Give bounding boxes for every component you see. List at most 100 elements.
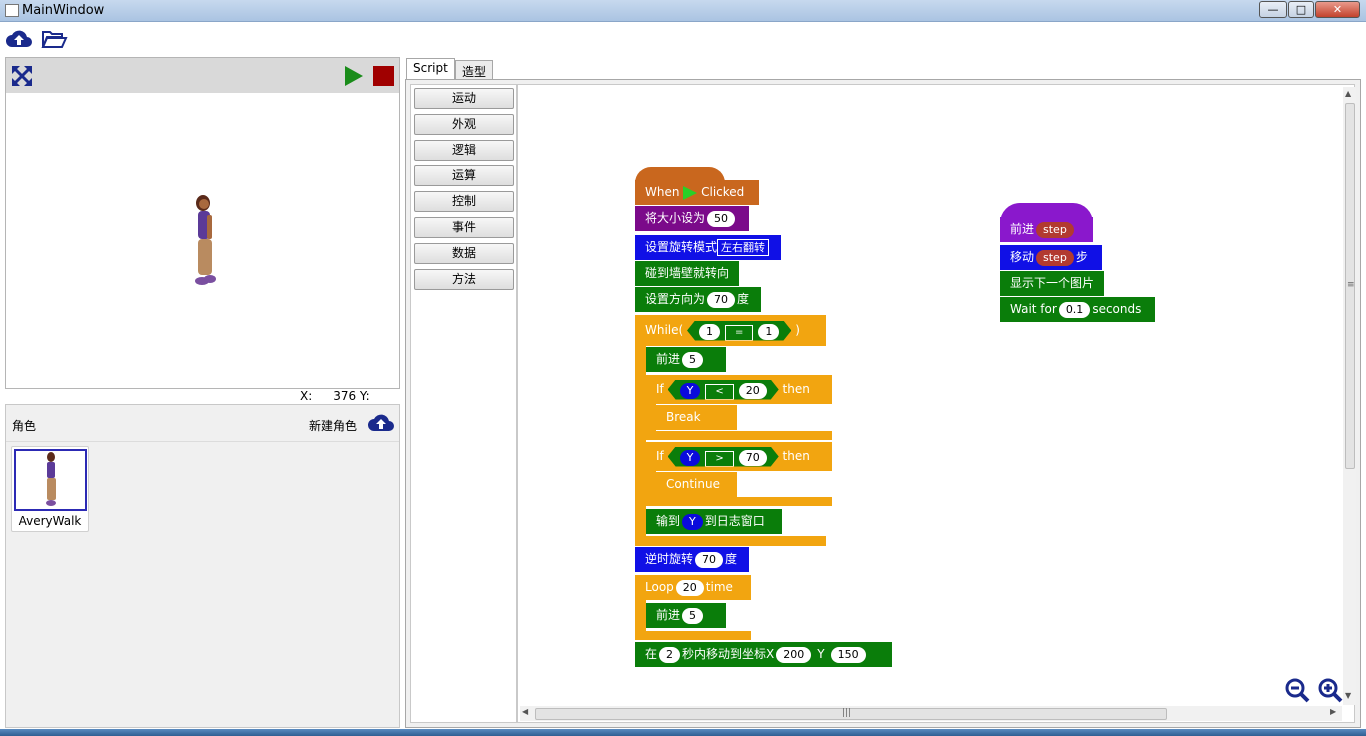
zoom-out-icon[interactable] — [1284, 677, 1310, 703]
sprite-name: AveryWalk — [18, 514, 82, 528]
condition-greater-than[interactable]: Y >70 — [668, 447, 779, 467]
category-operators-button[interactable]: 运算 — [414, 165, 514, 186]
block-text: then — [782, 449, 810, 463]
seconds-input[interactable]: 2 — [659, 646, 681, 663]
y-input[interactable]: 150 — [830, 646, 866, 663]
script-canvas[interactable]: When Clicked 将大小设为 50 设置旋转模式 左右翻转 碰到墙壁就转向 … — [517, 84, 1356, 723]
move-forward-block[interactable]: 前进 5 — [646, 347, 726, 372]
block-text: 前进 — [656, 608, 681, 622]
block-text: 前进 — [1010, 222, 1035, 236]
new-sprite-label[interactable]: 新建角色 — [309, 417, 357, 434]
category-motion-button[interactable]: 运动 — [414, 88, 514, 109]
point-direction-block[interactable]: 设置方向为 70 度 — [635, 287, 761, 312]
toolbar — [0, 22, 1366, 56]
set-size-block[interactable]: 将大小设为 50 — [635, 206, 749, 231]
sprite-panel: 角色 新建角色 AveryWalk — [5, 404, 400, 728]
steps-input[interactable]: 5 — [682, 351, 704, 368]
maximize-button[interactable]: □ — [1288, 1, 1314, 18]
folder-open-icon[interactable] — [40, 27, 68, 51]
size-input[interactable]: 50 — [707, 210, 736, 227]
while-header: While( 1 = 1 ) — [635, 318, 826, 343]
zoom-in-icon[interactable] — [1317, 677, 1343, 703]
green-flag-icon[interactable] — [344, 65, 364, 87]
break-block[interactable]: Break — [656, 405, 737, 430]
block-text: 在 — [645, 647, 658, 661]
scroll-down-arrow[interactable]: ▼ — [1345, 691, 1351, 700]
parameter-step[interactable]: step — [1036, 249, 1074, 266]
variable-y[interactable]: Y — [680, 450, 701, 466]
variable-y[interactable]: Y — [682, 513, 703, 530]
stage-panel — [5, 57, 400, 389]
while-footer — [635, 536, 826, 546]
sprite-on-stage[interactable] — [190, 193, 220, 291]
horizontal-scroll-thumb[interactable]: ||| — [535, 708, 1167, 720]
set-rotation-style-block[interactable]: 设置旋转模式 左右翻转 — [635, 235, 781, 260]
category-events-button[interactable]: 事件 — [414, 217, 514, 238]
compare-value[interactable]: 20 — [739, 383, 767, 399]
rotation-style-dropdown[interactable]: 左右翻转 — [717, 239, 770, 256]
x-input[interactable]: 200 — [776, 646, 812, 663]
operator: > — [705, 451, 733, 467]
close-button[interactable]: ✕ — [1315, 1, 1360, 18]
define-procedure-block[interactable]: 前进 step — [1000, 217, 1093, 242]
if-header-2: If Y >70 then — [646, 444, 832, 469]
left-operand[interactable]: 1 — [699, 324, 720, 340]
cloud-upload-icon[interactable] — [5, 27, 33, 51]
continue-block[interactable]: Continue — [656, 472, 737, 497]
parameter-step[interactable]: step — [1036, 221, 1074, 238]
direction-input[interactable]: 70 — [707, 291, 736, 308]
scroll-up-arrow[interactable]: ▲ — [1345, 89, 1351, 98]
scroll-left-arrow[interactable]: ◀ — [522, 707, 528, 716]
category-logic-button[interactable]: 逻辑 — [414, 140, 514, 161]
category-control-button[interactable]: 控制 — [414, 191, 514, 212]
log-output-block[interactable]: 输到 Y 到日志窗口 — [646, 509, 782, 534]
new-sprite-upload-icon[interactable] — [367, 411, 395, 435]
wait-block[interactable]: Wait for 0.1 seconds — [1000, 297, 1155, 322]
steps-input[interactable]: 5 — [682, 607, 704, 624]
operator: < — [705, 384, 733, 400]
move-forward-block-2[interactable]: 前进 5 — [646, 603, 726, 628]
category-looks-button[interactable]: 外观 — [414, 114, 514, 135]
condition-less-than[interactable]: Y <20 — [668, 380, 779, 400]
grip: ≡ — [1347, 280, 1355, 290]
coordinate-readout: X: 376 Y: 295 — [300, 389, 400, 417]
vertical-scroll-thumb[interactable]: ≡ — [1345, 103, 1355, 469]
expand-icon[interactable] — [11, 65, 33, 87]
block-text: time — [705, 580, 733, 594]
script-editor: 运动 外观 逻辑 运算 控制 事件 数据 方法 When Clicked 将大小… — [405, 79, 1361, 728]
block-text: 秒内移动到坐标X — [682, 647, 775, 661]
right-operand[interactable]: 1 — [758, 324, 779, 340]
variable-y[interactable]: Y — [680, 383, 701, 399]
block-text: ) — [795, 323, 800, 337]
wait-seconds-input[interactable]: 0.1 — [1058, 301, 1091, 318]
category-data-button[interactable]: 数据 — [414, 243, 514, 264]
move-steps-block[interactable]: 移动 step 步 — [1000, 245, 1102, 270]
tab-costume[interactable]: 造型 — [455, 60, 494, 80]
green-flag-icon — [683, 185, 698, 200]
category-methods-button[interactable]: 方法 — [414, 269, 514, 290]
turn-left-block[interactable]: 逆时旋转 70 度 — [635, 547, 749, 572]
glide-to-xy-block[interactable]: 在 2 秒内移动到坐标X 200 Y 150 — [635, 642, 892, 667]
sprite-panel-header: 角色 新建角色 — [6, 405, 399, 442]
loop-block[interactable]: Loop 20 time — [635, 575, 751, 600]
block-text: 度 — [737, 292, 750, 306]
block-text: 前进 — [656, 352, 681, 366]
next-costume-block[interactable]: 显示下一个图片 — [1000, 271, 1104, 296]
scroll-right-arrow[interactable]: ▶ — [1330, 707, 1336, 716]
vertical-scrollbar[interactable]: ▲ ≡ ▼ — [1343, 87, 1356, 705]
minimize-button[interactable]: — — [1259, 1, 1287, 18]
when-flag-clicked-block[interactable]: When Clicked — [635, 180, 759, 205]
sprite-card[interactable]: AveryWalk — [11, 446, 89, 532]
sprite-thumbnail[interactable] — [14, 449, 87, 511]
x-label: X: — [300, 389, 313, 403]
horizontal-scrollbar[interactable]: ◀ ||| ▶ — [520, 706, 1342, 721]
degrees-input[interactable]: 70 — [695, 551, 724, 568]
compare-value[interactable]: 70 — [739, 450, 767, 466]
grip: ||| — [842, 708, 852, 718]
loop-count-input[interactable]: 20 — [675, 579, 704, 596]
bounce-on-edge-block[interactable]: 碰到墙壁就转向 — [635, 261, 739, 286]
block-text: Wait for — [1010, 302, 1057, 316]
condition-equals[interactable]: 1 = 1 — [687, 321, 791, 341]
tab-script[interactable]: Script — [406, 58, 455, 81]
stop-icon[interactable] — [373, 66, 394, 86]
